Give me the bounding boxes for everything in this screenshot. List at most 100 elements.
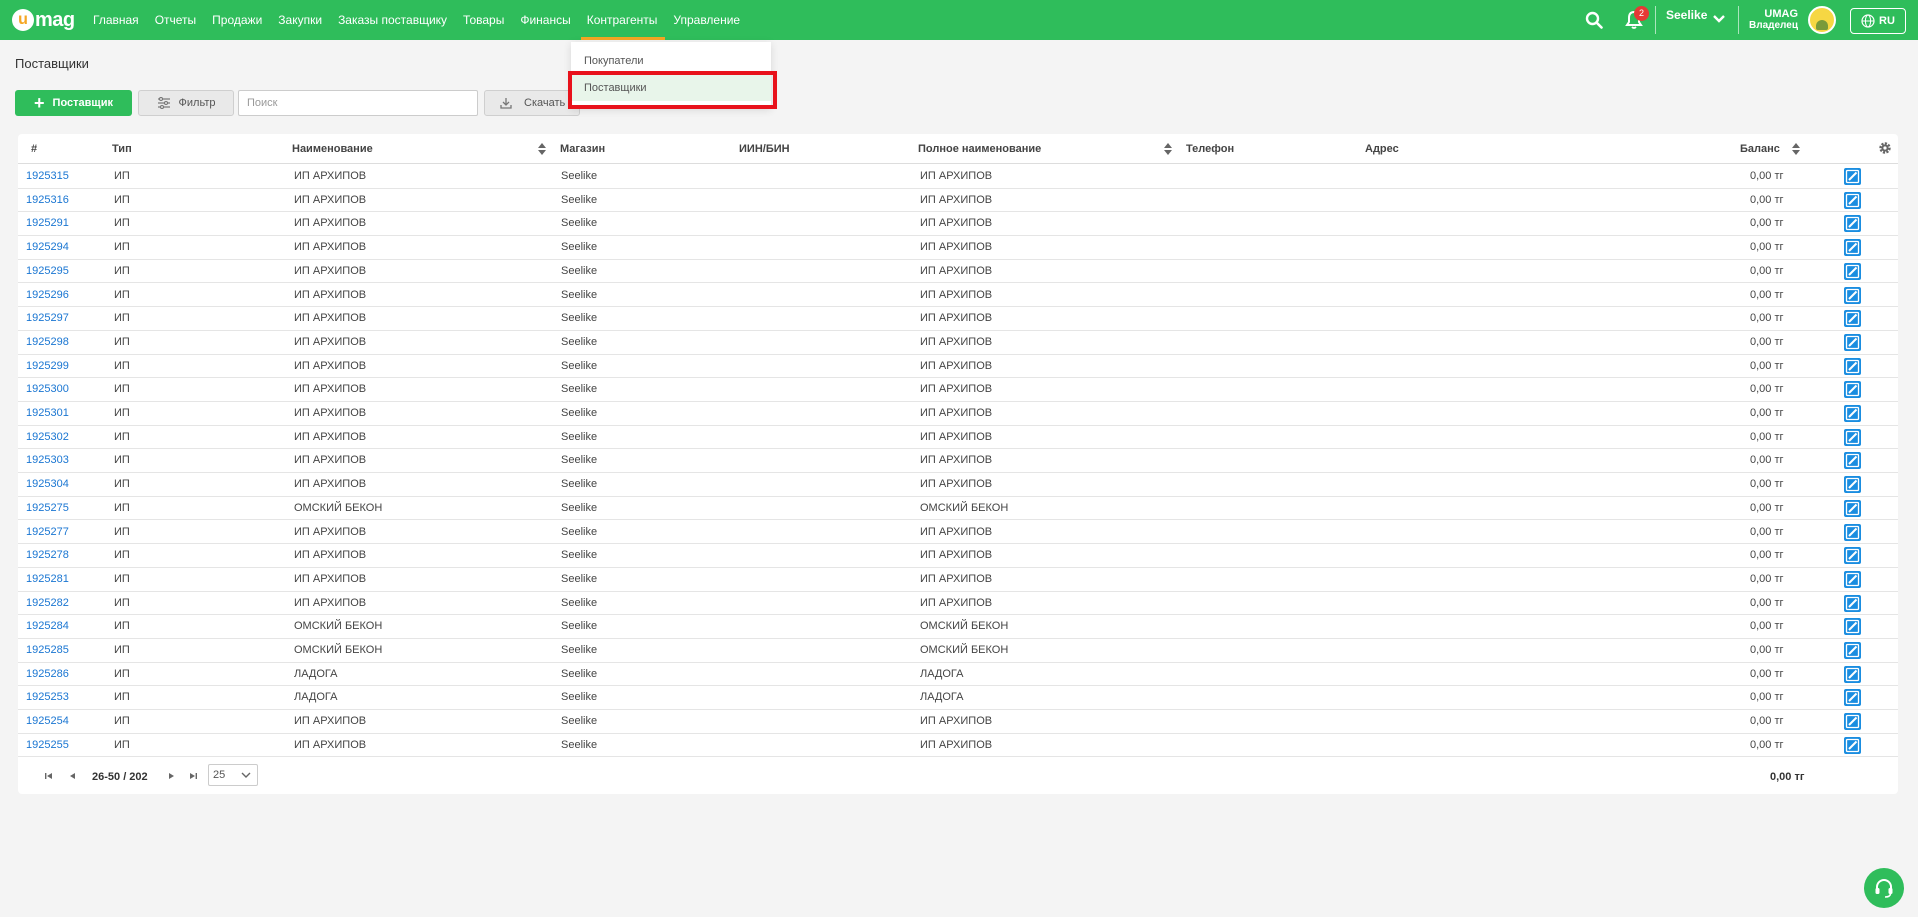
cell-id[interactable]: 1925315 <box>26 170 69 182</box>
cell-id[interactable]: 1925302 <box>26 431 69 443</box>
nav-item-home[interactable]: Главная <box>93 0 139 40</box>
table-row[interactable]: 1925285 ИП ОМСКИЙ БЕКОН Seelike ОМСКИЙ БЕКОН… <box>18 639 1898 663</box>
cell-id[interactable]: 1925281 <box>26 573 69 585</box>
search-icon[interactable] <box>1585 11 1603 29</box>
nav-item-supplier-orders[interactable]: Заказы поставщику <box>338 0 447 40</box>
edit-icon[interactable] <box>1844 405 1861 422</box>
sort-icon[interactable] <box>538 143 546 155</box>
column-header-store[interactable]: Магазин <box>560 143 605 155</box>
column-header-full-name[interactable]: Полное наименование <box>918 143 1041 155</box>
cell-id[interactable]: 1925304 <box>26 478 69 490</box>
edit-icon[interactable] <box>1844 736 1861 754</box>
table-row[interactable]: 1925302 ИП ИП АРХИПОВ Seelike ИП АРХИПОВ 0,00… <box>18 426 1898 450</box>
table-row[interactable]: 1925295 ИП ИП АРХИПОВ Seelike ИП АРХИПОВ 0,00… <box>18 260 1898 284</box>
edit-icon[interactable] <box>1844 618 1861 636</box>
edit-icon[interactable] <box>1844 594 1861 612</box>
edit-icon[interactable] <box>1844 689 1861 707</box>
edit-icon[interactable] <box>1844 547 1861 565</box>
user-info[interactable]: UMAG Владелец <box>1742 8 1798 31</box>
table-row[interactable]: 1925253 ИП ЛАДОГА Seelike ЛАДОГА 0,00 тг <box>18 686 1898 711</box>
cell-id[interactable]: 1925285 <box>26 644 69 656</box>
edit-icon[interactable] <box>1844 523 1861 541</box>
edit-icon[interactable] <box>1844 310 1861 328</box>
cell-id[interactable]: 1925253 <box>26 691 69 703</box>
cell-id[interactable]: 1925278 <box>26 549 69 561</box>
edit-icon[interactable] <box>1844 357 1861 375</box>
cell-id[interactable]: 1925300 <box>26 383 69 395</box>
table-row[interactable]: 1925286 ИП ЛАДОГА Seelike ЛАДОГА 0,00 тг <box>18 663 1898 687</box>
chevron-down-icon[interactable] <box>1712 12 1726 26</box>
edit-icon[interactable] <box>1844 476 1861 494</box>
edit-icon[interactable] <box>1844 262 1861 280</box>
nav-item-finance[interactable]: Финансы <box>520 0 570 40</box>
next-page-icon[interactable] <box>166 771 176 781</box>
gear-icon[interactable] <box>1878 141 1892 155</box>
edit-icon[interactable] <box>1844 499 1861 517</box>
table-row[interactable]: 1925294 ИП ИП АРХИПОВ Seelike ИП АРХИПОВ 0,00… <box>18 236 1898 260</box>
table-row[interactable]: 1925254 ИП ИП АРХИПОВ Seelike ИП АРХИПОВ 0,00… <box>18 710 1898 734</box>
avatar[interactable] <box>1808 6 1836 34</box>
cell-id[interactable]: 1925284 <box>26 620 69 632</box>
nav-item-reports[interactable]: Отчеты <box>155 0 196 40</box>
table-row[interactable]: 1925277 ИП ИП АРХИПОВ Seelike ИП АРХИПОВ 0,00… <box>18 521 1898 545</box>
edit-icon[interactable] <box>1844 713 1861 731</box>
nav-item-products[interactable]: Товары <box>463 0 504 40</box>
sort-icon[interactable] <box>1164 143 1172 155</box>
edit-icon[interactable] <box>1844 333 1861 351</box>
table-row[interactable]: 1925278 ИП ИП АРХИПОВ Seelike ИП АРХИПОВ 0,00… <box>18 544 1898 568</box>
cell-id[interactable]: 1925282 <box>26 597 69 609</box>
edit-icon[interactable] <box>1844 452 1861 470</box>
column-header-balance[interactable]: Баланс <box>1740 143 1780 155</box>
edit-icon[interactable] <box>1844 286 1861 304</box>
cell-id[interactable]: 1925301 <box>26 407 69 419</box>
support-button[interactable] <box>1864 868 1904 908</box>
cell-id[interactable]: 1925298 <box>26 336 69 348</box>
cell-id[interactable]: 1925316 <box>26 194 69 206</box>
cell-id[interactable]: 1925297 <box>26 312 69 324</box>
edit-icon[interactable] <box>1844 665 1861 683</box>
cell-id[interactable]: 1925254 <box>26 715 69 727</box>
table-row[interactable]: 1925303 ИП ИП АРХИПОВ Seelike ИП АРХИПОВ 0,00… <box>18 449 1898 474</box>
table-row[interactable]: 1925281 ИП ИП АРХИПОВ Seelike ИП АРХИПОВ 0,00… <box>18 568 1898 592</box>
search-input[interactable] <box>238 90 478 116</box>
edit-icon[interactable] <box>1844 428 1861 446</box>
table-row[interactable]: 1925284 ИП ОМСКИЙ БЕКОН Seelike ОМСКИЙ БЕКОН… <box>18 615 1898 639</box>
cell-id[interactable]: 1925291 <box>26 217 69 229</box>
edit-icon[interactable] <box>1844 239 1861 257</box>
table-row[interactable]: 1925297 ИП ИП АРХИПОВ Seelike ИП АРХИПОВ 0,00… <box>18 307 1898 331</box>
table-row[interactable]: 1925298 ИП ИП АРХИПОВ Seelike ИП АРХИПОВ 0,00… <box>18 331 1898 355</box>
table-row[interactable]: 1925282 ИП ИП АРХИПОВ Seelike ИП АРХИПОВ 0,00… <box>18 592 1898 616</box>
nav-item-counterparties[interactable]: Контрагенты <box>580 0 666 40</box>
column-header-name[interactable]: Наименование <box>292 143 373 155</box>
column-header-type[interactable]: Тип <box>112 143 132 155</box>
table-row[interactable]: 1925255 ИП ИП АРХИПОВ Seelike ИП АРХИПОВ 0,00… <box>18 734 1898 758</box>
page-size-select[interactable]: 25 <box>208 764 258 786</box>
language-button[interactable]: RU <box>1850 8 1906 34</box>
column-header-iin[interactable]: ИИН/БИН <box>739 143 790 155</box>
umag-logo[interactable]: u mag <box>12 6 75 34</box>
edit-icon[interactable] <box>1844 215 1861 233</box>
last-page-icon[interactable] <box>188 771 198 781</box>
table-row[interactable]: 1925316 ИП ИП АРХИПОВ Seelike ИП АРХИПОВ 0,00… <box>18 189 1898 213</box>
cell-id[interactable]: 1925295 <box>26 265 69 277</box>
table-row[interactable]: 1925275 ИП ОМСКИЙ БЕКОН Seelike ОМСКИЙ БЕКОН… <box>18 497 1898 521</box>
download-button[interactable]: Скачать <box>484 90 580 116</box>
nav-item-sales[interactable]: Продажи <box>212 0 262 40</box>
edit-icon[interactable] <box>1844 642 1861 659</box>
cell-id[interactable]: 1925275 <box>26 502 69 514</box>
table-row[interactable]: 1925291 ИП ИП АРХИПОВ Seelike ИП АРХИПОВ 0,00… <box>18 212 1898 237</box>
filter-button[interactable]: Фильтр <box>138 90 234 116</box>
cell-id[interactable]: 1925277 <box>26 526 69 538</box>
sort-icon[interactable] <box>1792 143 1800 155</box>
table-row[interactable]: 1925299 ИП ИП АРХИПОВ Seelike ИП АРХИПОВ 0,00… <box>18 355 1898 379</box>
column-header-address[interactable]: Адрес <box>1365 143 1399 155</box>
edit-icon[interactable] <box>1844 191 1861 209</box>
store-selector[interactable]: Seelike <box>1666 8 1707 22</box>
edit-icon[interactable] <box>1844 570 1861 588</box>
prev-page-icon[interactable] <box>68 771 78 781</box>
cell-id[interactable]: 1925296 <box>26 289 69 301</box>
table-row[interactable]: 1925296 ИП ИП АРХИПОВ Seelike ИП АРХИПОВ 0,00… <box>18 284 1898 308</box>
nav-item-purchases[interactable]: Закупки <box>278 0 322 40</box>
cell-id[interactable]: 1925286 <box>26 668 69 680</box>
cell-id[interactable]: 1925303 <box>26 454 69 466</box>
